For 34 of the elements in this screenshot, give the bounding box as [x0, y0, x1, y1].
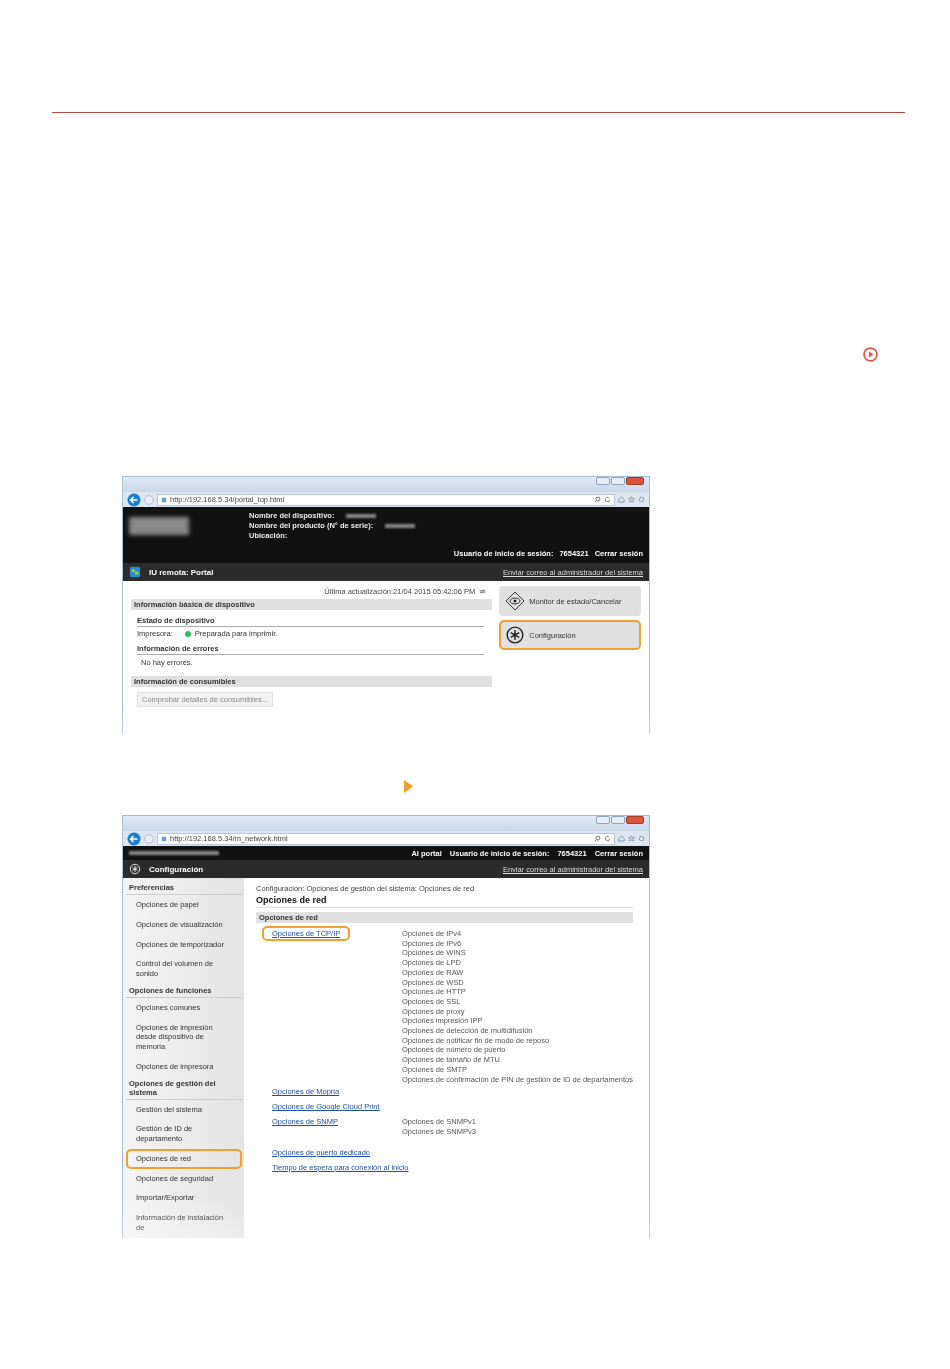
play-circle-icon — [863, 347, 878, 362]
refresh-icon[interactable] — [604, 835, 611, 842]
back-icon[interactable] — [127, 831, 141, 846]
page-title: IU remota: Portal — [149, 567, 214, 577]
settings-icon[interactable] — [638, 835, 645, 842]
star-icon[interactable] — [628, 835, 635, 842]
back-icon[interactable] — [127, 492, 141, 507]
minimize-button[interactable] — [596, 816, 610, 824]
blurred-value — [385, 523, 416, 528]
maximize-button[interactable] — [611, 816, 625, 824]
minimize-button[interactable] — [596, 477, 610, 485]
page-title: Configuración — [149, 864, 204, 874]
blurred-logo — [129, 517, 189, 535]
refresh-icon[interactable] — [479, 587, 487, 595]
star-icon[interactable] — [628, 496, 635, 503]
status-dot — [184, 630, 191, 637]
gear-icon — [129, 863, 141, 875]
eye-icon — [505, 591, 526, 611]
search-icon[interactable] — [594, 496, 601, 503]
arrow-icon — [404, 780, 413, 793]
close-button[interactable] — [626, 816, 644, 824]
page-icon — [161, 835, 167, 842]
refresh-icon[interactable] — [604, 496, 611, 503]
close-button[interactable] — [626, 477, 644, 485]
search-icon[interactable] — [594, 835, 601, 842]
page-heading: Opciones de red — [256, 895, 633, 908]
home-icon[interactable] — [618, 835, 625, 842]
portal-icon — [129, 566, 141, 578]
gear-icon — [505, 625, 526, 645]
settings-icon[interactable] — [638, 496, 645, 503]
page-icon — [161, 496, 167, 503]
maximize-button[interactable] — [611, 477, 625, 485]
home-icon[interactable] — [618, 496, 625, 503]
blurred-value — [346, 513, 377, 518]
